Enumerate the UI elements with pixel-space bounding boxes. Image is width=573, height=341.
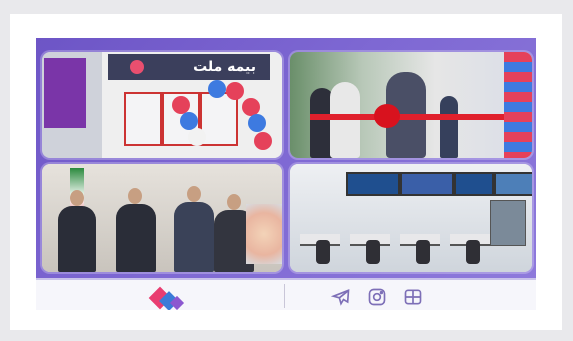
telegram-icon[interactable] [330,286,352,308]
bime-mellat-logo [142,286,198,310]
display-screen [400,172,454,196]
chair [416,240,430,264]
person [440,96,458,158]
person [174,202,214,272]
office-interior-photo [290,164,532,272]
store-sign-text: بیمه ملت [193,59,256,75]
footer-band [36,278,536,310]
post-image-frame: بیمه ملت [36,38,536,310]
instagram-icon[interactable] [366,286,388,308]
chair [366,240,380,264]
balloon [254,132,272,150]
balloon-column [504,52,532,158]
chair [316,240,330,264]
sign-logo-icon [130,60,144,74]
display-screen [494,172,532,196]
chair [466,240,480,264]
atm-machine [490,200,526,246]
red-ribbon [310,114,520,120]
balloon [226,82,244,100]
person [330,82,360,158]
ribbon-cutting-photo [290,52,532,158]
ribbon-bow [374,104,400,128]
balloon [248,114,266,132]
handshake-photo [42,164,282,272]
promo-poster [44,58,86,128]
aparat-icon[interactable] [402,286,424,308]
person [116,204,156,272]
flower-bouquet [246,204,282,264]
balloon [208,80,226,98]
social-icons [330,286,424,308]
balloon [188,128,206,146]
store-window [124,92,162,146]
footer-divider [284,284,285,308]
display-screen [454,172,494,196]
person [58,206,96,272]
display-screen [346,172,400,196]
branch-storefront-photo: بیمه ملت [42,52,282,158]
